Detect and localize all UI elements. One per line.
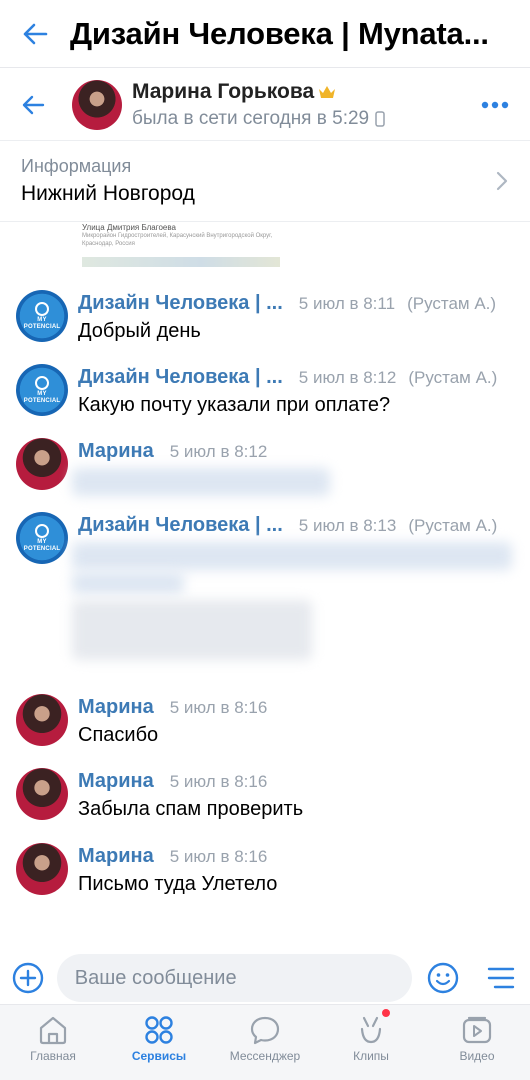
crown-icon [319, 85, 336, 98]
message-header: Марина 5 июл в 8:16 [78, 770, 267, 793]
tab-messenger[interactable]: Мессенджер [212, 1005, 318, 1080]
message-text: Забыла спам проверить [78, 798, 304, 820]
tab-clips[interactable]: Клипы [318, 1005, 424, 1080]
menu-lines-icon [487, 967, 515, 989]
back-button[interactable] [0, 0, 70, 68]
message-time: 5 июл в 8:16 [169, 698, 268, 717]
tab-label: Главная [30, 1049, 76, 1063]
sender-avatar[interactable] [16, 438, 68, 490]
message-input[interactable] [74, 966, 395, 990]
message-header: Марина 5 июл в 8:16 [78, 845, 267, 868]
smile-icon [428, 962, 459, 994]
tab-services[interactable]: Сервисы [106, 1005, 212, 1080]
sender-avatar[interactable] [16, 694, 68, 746]
message-author: (Рустам А.) [408, 516, 498, 535]
tab-label: Видео [459, 1049, 495, 1063]
video-icon [462, 1016, 492, 1044]
info-value: Нижний Новгород [21, 182, 195, 205]
tab-label: Мессенджер [229, 1049, 301, 1063]
sender-avatar[interactable]: MY POTENCIAL [16, 290, 68, 342]
map-address: Микрорайон Гидростроителей, Карасунский … [82, 233, 273, 247]
arrow-left-icon [22, 95, 45, 114]
contact-info[interactable]: Марина Горькова была в сети сегодня в 5:… [132, 80, 460, 130]
map-street: Улица Дмитрия Благоева [82, 223, 176, 232]
message-time: 5 июл в 8:12 [298, 368, 397, 387]
phone-icon [375, 110, 385, 127]
message-header: Дизайн Человека | ... 5 июл в 8:13 (Руст… [78, 514, 497, 537]
sender-avatar[interactable] [16, 843, 68, 895]
services-icon [145, 1016, 173, 1044]
message-time: 5 июл в 8:11 [298, 294, 396, 313]
message-header: Марина 5 июл в 8:16 [78, 696, 267, 719]
sender-name[interactable]: Марина [78, 845, 154, 868]
tab-home[interactable]: Главная [0, 1005, 106, 1080]
message-composer [0, 950, 530, 1006]
messenger-icon [250, 1016, 280, 1045]
attach-button[interactable] [0, 950, 56, 1006]
notification-dot [381, 1009, 390, 1017]
contact-status: была в сети сегодня в 5:29 [132, 107, 370, 129]
more-dots-icon [481, 101, 509, 108]
plus-circle-icon [12, 962, 44, 994]
map-attachment[interactable]: Улица Дмитрия Благоева Микрорайон Гидрос… [82, 223, 280, 267]
message-time: 5 июл в 8:16 [169, 772, 268, 791]
home-icon [39, 1016, 67, 1045]
message-text: Какую почту указали при оплате? [78, 394, 391, 416]
tab-label: Сервисы [131, 1049, 187, 1063]
sender-name[interactable]: Дизайн Человека | ... [78, 292, 283, 315]
message-header: Марина 5 июл в 8:12 [78, 440, 267, 463]
app-title: Дизайн Человека | Mynata... [70, 15, 489, 51]
keyboard-menu-button[interactable] [472, 950, 530, 1006]
message-time: 5 июл в 8:13 [298, 516, 397, 535]
contact-name: Марина Горькова [132, 79, 315, 103]
info-label: Информация [21, 156, 132, 176]
clips-icon [360, 1016, 382, 1044]
chat-back-button[interactable] [0, 69, 66, 141]
arrow-left-icon [23, 23, 48, 44]
blurred-message-content [72, 468, 330, 496]
blurred-message-content [72, 572, 184, 594]
map-image [82, 257, 280, 267]
contact-name-row: Марина Горькова [132, 80, 460, 104]
chat-header: Марина Горькова была в сети сегодня в 5:… [0, 69, 530, 141]
message-author: (Рустам А.) [407, 294, 497, 313]
sender-avatar[interactable]: MY POTENCIAL [16, 364, 68, 416]
tab-label: Клипы [353, 1049, 389, 1063]
message-header: Дизайн Человека | ... 5 июл в 8:11 (Руст… [78, 292, 496, 315]
sender-name[interactable]: Марина [78, 440, 154, 463]
info-row[interactable]: Информация Нижний Новгород [0, 142, 530, 222]
chevron-right-icon [496, 171, 508, 191]
contact-avatar[interactable] [72, 79, 122, 130]
sender-avatar[interactable] [16, 768, 68, 820]
emoji-button[interactable] [414, 950, 472, 1006]
blurred-attachment [72, 600, 312, 660]
message-header: Дизайн Человека | ... 5 июл в 8:12 (Руст… [78, 366, 497, 389]
message-text: Спасибо [78, 724, 159, 746]
tab-video[interactable]: Видео [424, 1005, 530, 1080]
blurred-message-content [72, 542, 512, 570]
bottom-tab-bar: Главная Сервисы Мессенджер Клипы Видео [0, 1004, 530, 1080]
sender-name[interactable]: Марина [78, 696, 154, 719]
sender-avatar[interactable]: MY POTENCIAL [16, 512, 68, 564]
message-time: 5 июл в 8:12 [169, 442, 268, 461]
contact-status-row: была в сети сегодня в 5:29 [132, 108, 460, 130]
sender-name[interactable]: Марина [78, 770, 154, 793]
message-time: 5 июл в 8:16 [169, 847, 268, 866]
message-text: Добрый день [78, 320, 201, 342]
message-text: Письмо туда Улетело [78, 873, 278, 895]
app-bar: Дизайн Человека | Mynata... [0, 0, 530, 68]
message-field[interactable] [56, 954, 413, 1002]
sender-name[interactable]: Дизайн Человека | ... [78, 514, 283, 537]
more-button[interactable] [460, 69, 530, 141]
sender-name[interactable]: Дизайн Человека | ... [78, 366, 283, 389]
message-author: (Рустам А.) [408, 368, 498, 387]
